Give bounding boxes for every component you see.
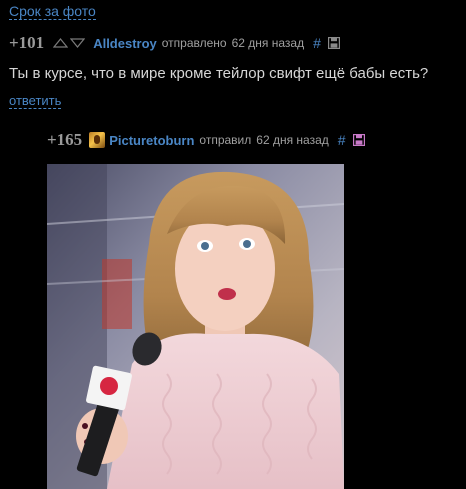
save-icon[interactable]	[327, 37, 340, 49]
vote-up-icon[interactable]	[53, 38, 69, 48]
reply-permalink[interactable]: #	[338, 132, 346, 148]
comment-permalink[interactable]: #	[313, 35, 321, 51]
vote-controls	[53, 38, 86, 48]
comment-time-ago: 62 дня назад	[231, 36, 305, 50]
comment-meta: +101 Alldestroy отправлено 62 дня назад …	[9, 33, 340, 53]
comment-sent-label: отправлено	[161, 36, 227, 50]
save-icon[interactable]	[352, 134, 365, 146]
reply-button[interactable]: ответить	[9, 93, 62, 109]
reply-sent-label: отправил	[199, 133, 252, 147]
avatar[interactable]	[89, 132, 106, 148]
reply-username[interactable]: Picturetoburn	[109, 133, 194, 148]
comment-text: Ты в курсе, что в мире кроме тейлор свиф…	[9, 65, 429, 82]
comment-username[interactable]: Alldestroy	[93, 36, 157, 51]
comment-score: +101	[9, 33, 45, 52]
reply-photo[interactable]	[47, 164, 344, 489]
photo-illustration	[47, 164, 344, 489]
vote-down-icon[interactable]	[70, 38, 86, 48]
photo-term-link[interactable]: Срок за фото	[9, 3, 96, 20]
reply-meta: +165 Picturetoburn отправил 62 дня назад…	[47, 130, 365, 150]
reply-time-ago: 62 дня назад	[256, 133, 329, 147]
reply-score: +165	[47, 130, 83, 149]
